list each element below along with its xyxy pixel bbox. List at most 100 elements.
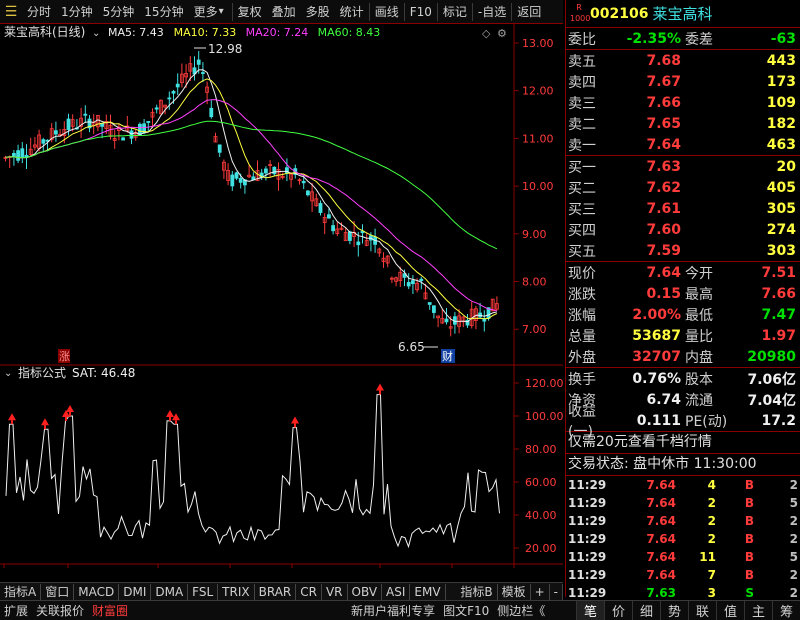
chart-toolbar: ☰ 分时 1分钟 5分钟 15分钟 更多 ▾ 复权 叠加 多股 统计 画线 F10 标记 -自选 返回 <box>0 0 563 24</box>
tick-row: 11:29 7.64 4 B 2 <box>568 478 798 492</box>
indicator-tab[interactable]: FSL <box>188 583 219 600</box>
chart-area[interactable]: 莱宝高科(日线) ⌄ MA5: 7.43 MA10: 7.33 MA20: 7.24… <box>0 24 564 582</box>
panel-switch-tab[interactable]: 价 <box>604 601 632 620</box>
indicator-tab[interactable]: 指标A <box>0 583 42 600</box>
order-row[interactable]: 买一 7.63 20 <box>566 156 800 177</box>
order-row[interactable]: 卖四 7.67 173 <box>566 71 800 92</box>
toolbar-item[interactable]: 复权 <box>233 1 267 23</box>
indicator-tab[interactable]: 模板 <box>498 583 531 600</box>
svg-text:6.65: 6.65 <box>398 340 425 354</box>
sell-orders: 卖五 7.68 443 卖四 7.67 173 卖三 7.66 109 卖二 7.65 182 卖一 7.… <box>566 50 800 155</box>
toolbar-item[interactable]: -自选 <box>473 1 511 23</box>
indicator-tab[interactable]: TRIX <box>218 583 255 600</box>
indicator-tabbar: 指标A 窗口 MACD DMI DMA FSL TRIX BRAR CR VR OBV ASI EMV 指… <box>0 582 563 600</box>
indicator-tab[interactable]: - <box>550 583 563 600</box>
panel-switch-tab[interactable]: 值 <box>716 601 744 620</box>
quote-row: 涨幅 2.00% 最低 7.47 <box>568 306 796 324</box>
quote-row: 现价 7.64 今开 7.51 <box>568 264 796 282</box>
indicator-tick: 60.00 <box>525 476 557 489</box>
toolbar-item[interactable]: 标记 <box>438 1 472 23</box>
panel-switch-tab[interactable]: 势 <box>660 601 688 620</box>
quote-panel: R 1000 002106 莱宝高科 委比 -2.35% 委差 -63 卖五 7.6… <box>565 0 800 618</box>
bottom-link[interactable]: 扩展 <box>0 602 32 619</box>
price-tick: 10.00 <box>522 180 554 193</box>
order-row[interactable]: 卖三 7.66 109 <box>566 92 800 113</box>
indicator-tick: 120.00 <box>525 377 563 390</box>
r-badge: R 1000 <box>570 2 591 23</box>
order-row[interactable]: 买四 7.60 274 <box>566 219 800 240</box>
order-row[interactable]: 卖五 7.68 443 <box>566 50 800 71</box>
toolbar-item[interactable]: F10 <box>405 1 437 23</box>
quote-row: 收益(一) 0.111 PE(动) 17.2 <box>568 403 796 440</box>
kline-chart[interactable]: 莱宝高科(日线) ⌄ MA5: 7.43 MA10: 7.33 MA20: 7.24… <box>0 24 564 582</box>
indicator-tab[interactable]: MACD <box>74 583 120 600</box>
indicator-tab[interactable]: DMA <box>151 583 189 600</box>
quote-row: 外盘 32707 内盘 20980 <box>568 348 796 366</box>
toolbar-item[interactable]: 多股 <box>301 1 335 23</box>
toolbar-item[interactable]: 更多 <box>189 1 223 23</box>
chevron-down-icon[interactable]: ⌄ <box>92 28 100 39</box>
toolbar-item[interactable]: 叠加 <box>267 1 301 23</box>
toolbar-item[interactable]: 返回 <box>512 1 546 23</box>
toolbar-item[interactable]: 统计 <box>335 1 369 23</box>
panel-switch-tab[interactable]: 筹 <box>772 601 800 620</box>
ma-label: MA20: 7.24 <box>246 26 309 39</box>
cai-badge-label: 财 <box>442 349 453 363</box>
tick-row: 11:29 7.64 11 B 5 <box>568 550 798 564</box>
quote-row: 换手 0.76% 股本 7.06亿 <box>568 370 796 388</box>
chevron-down-icon[interactable]: ⌄ <box>4 368 12 379</box>
bottom-bar: 扩展 关联报价 财富圈 新用户福利专享 图文F10 侧边栏《 笔价细势联值主筹 <box>0 600 800 620</box>
indicator-tab[interactable]: CR <box>296 583 322 600</box>
indicator-tab[interactable]: BRAR <box>255 583 297 600</box>
toolbar-item[interactable]: 1分钟 <box>56 1 98 23</box>
indicator-title[interactable]: 指标公式 <box>18 365 66 380</box>
zhang-badge-label: 涨 <box>59 350 70 363</box>
toolbar-item[interactable]: 5分钟 <box>98 1 140 23</box>
tick-row: 11:29 7.64 2 B 5 <box>568 496 798 510</box>
tick-row: 11:29 7.64 2 B 2 <box>568 514 798 528</box>
chevron-down-icon[interactable]: ▾ <box>219 6 224 17</box>
indicator-tab[interactable]: + <box>531 583 550 600</box>
toolbar-item[interactable]: 15分钟 <box>139 1 188 23</box>
bottom-link[interactable]: 关联报价 <box>32 602 88 619</box>
level2-promo[interactable]: 仅需20元查看千档行情 <box>566 432 800 453</box>
order-row[interactable]: 卖一 7.64 463 <box>566 134 800 155</box>
toolbar-item[interactable]: 分时 <box>22 1 56 23</box>
bottom-link[interactable]: 图文F10 <box>439 602 493 619</box>
indicator-tab[interactable]: OBV <box>348 583 383 600</box>
order-row[interactable]: 卖二 7.65 182 <box>566 113 800 134</box>
price-tick: 12.00 <box>522 85 554 98</box>
tick-list[interactable]: 11:29 7.64 4 B 2 11:29 7.64 2 B 5 11:29 7.64 2 B 2 11:2… <box>566 476 800 620</box>
settings-icon[interactable]: ⚙ <box>497 27 507 40</box>
bottom-link[interactable]: 新用户福利专享 <box>347 602 439 619</box>
tick-row: 11:29 7.64 2 B 2 <box>568 532 798 546</box>
panel-switch-tab[interactable]: 笔 <box>576 601 604 620</box>
order-row[interactable]: 买三 7.61 305 <box>566 198 800 219</box>
indicator-tab[interactable]: 指标B <box>456 583 498 600</box>
panel-switch-tab[interactable]: 联 <box>688 601 716 620</box>
tick-row: 11:29 7.64 7 B 2 <box>568 568 798 582</box>
price-tick: 13.00 <box>522 37 554 50</box>
menu-icon[interactable]: ☰ <box>0 4 22 20</box>
order-row[interactable]: 买二 7.62 405 <box>566 177 800 198</box>
stock-code: 002106 <box>590 5 649 22</box>
panel-switch-tab[interactable]: 主 <box>744 601 772 620</box>
bottom-link[interactable]: 财富圈 <box>88 602 132 619</box>
indicator-tab[interactable]: EMV <box>410 583 446 600</box>
indicator-tab[interactable]: VR <box>322 583 348 600</box>
trade-status: 交易状态: 盘中休市 11:30:00 <box>568 456 757 472</box>
panel-switch-tab[interactable]: 细 <box>632 601 660 620</box>
toolbar-item[interactable]: 画线 <box>370 1 404 23</box>
ma-label: MA60: 8.43 <box>318 26 381 39</box>
price-tick: 11.00 <box>522 132 554 145</box>
bottom-link[interactable]: 侧边栏《 <box>493 602 549 619</box>
svg-text:12.98: 12.98 <box>208 42 242 56</box>
indicator-tab[interactable]: ASI <box>382 583 411 600</box>
indicator-tab[interactable]: 窗口 <box>41 583 75 600</box>
ma-label: MA5: 7.43 <box>108 26 164 39</box>
indicator-tab[interactable]: DMI <box>119 583 152 600</box>
quote-row: 总量 53687 量比 1.97 <box>568 327 796 345</box>
indicator-tick: 80.00 <box>525 443 557 456</box>
order-row[interactable]: 买五 7.59 303 <box>566 240 800 261</box>
diamond-icon[interactable]: ◇ <box>482 27 491 40</box>
